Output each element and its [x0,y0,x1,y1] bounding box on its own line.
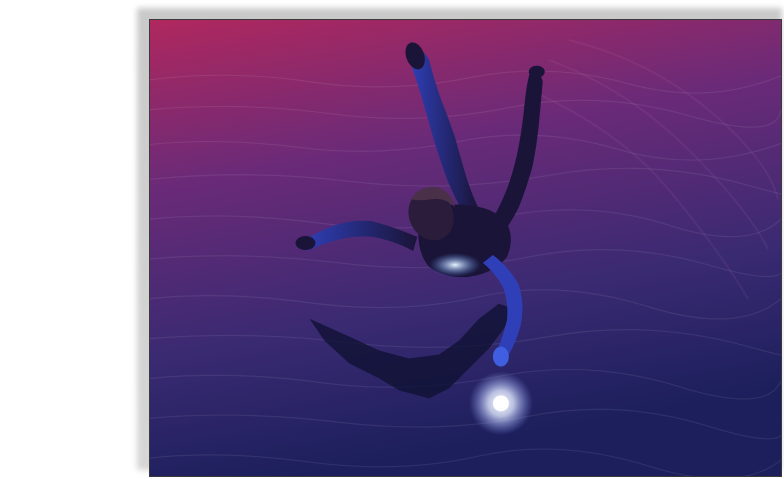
photo-image [150,20,781,476]
canvas [0,0,784,479]
photo-frame [149,19,782,477]
